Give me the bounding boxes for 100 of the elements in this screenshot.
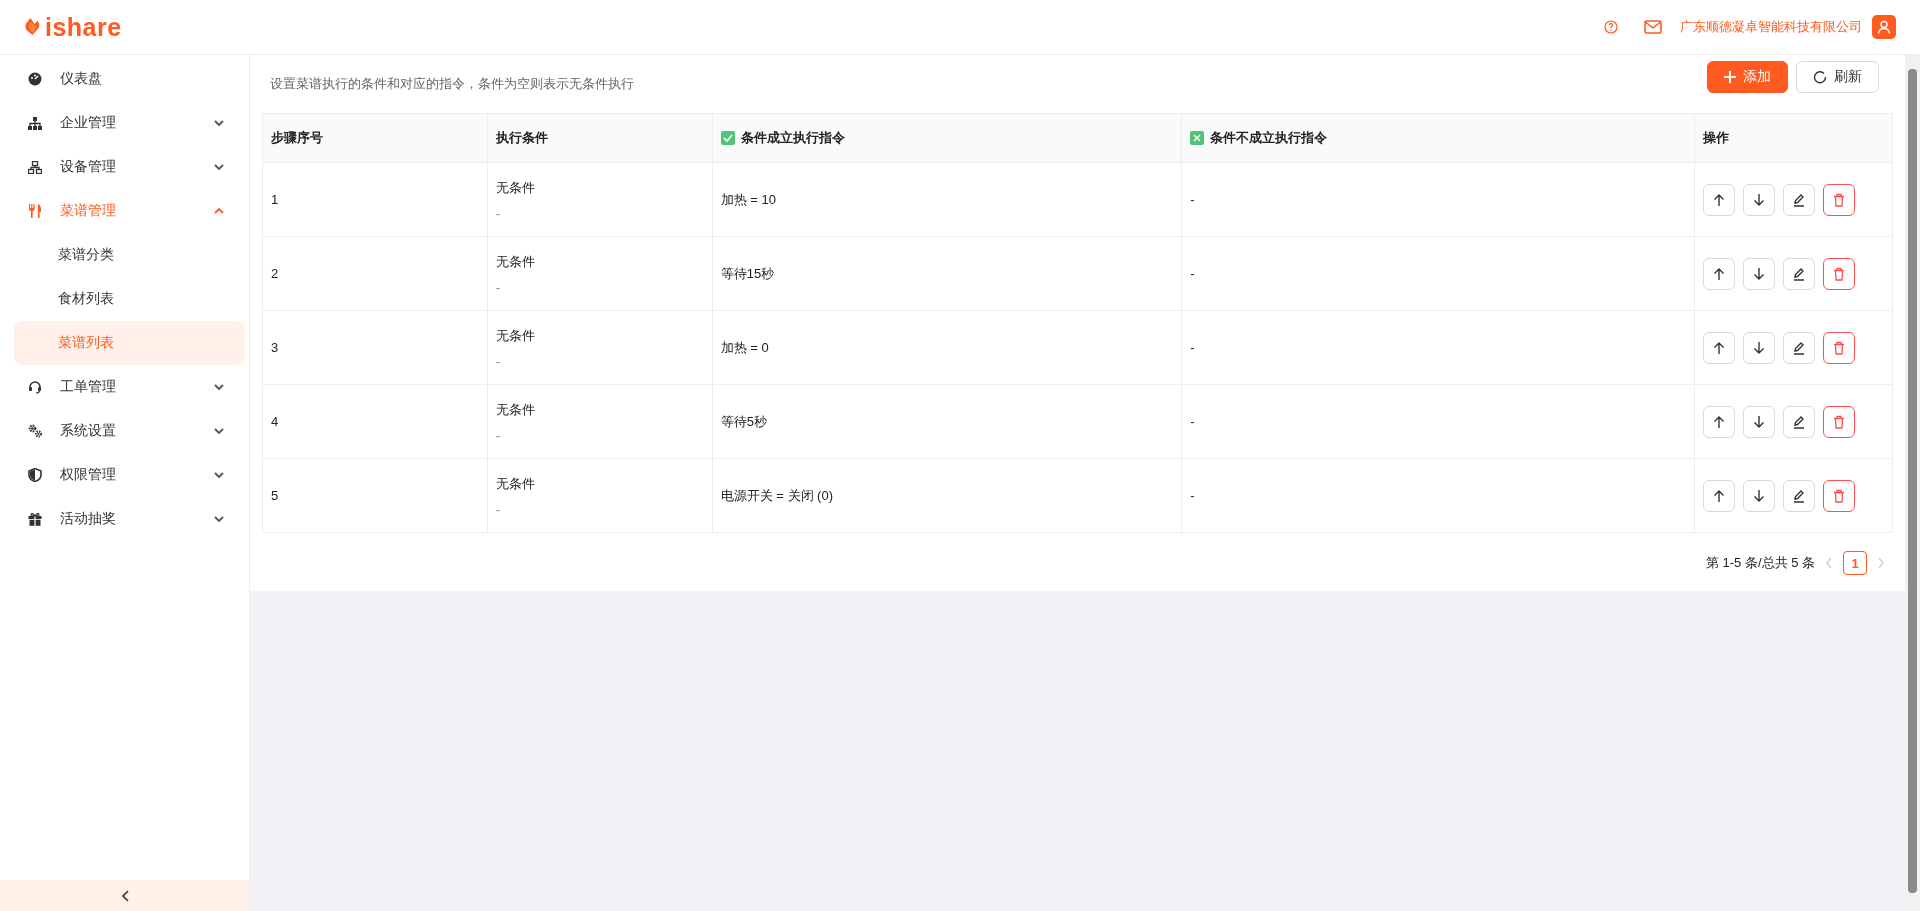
nav-item[interactable]: 仪表盘 bbox=[14, 57, 245, 101]
move-up-button[interactable] bbox=[1703, 183, 1735, 216]
arrow-up-icon bbox=[1712, 266, 1726, 281]
arrow-up-icon bbox=[1712, 192, 1726, 207]
arrow-up-icon bbox=[1712, 488, 1726, 503]
pagination-summary: 第 1-5 条/总共 5 条 bbox=[1705, 554, 1815, 572]
pencil-icon bbox=[1792, 192, 1806, 207]
column-header: 操作 bbox=[1694, 113, 1893, 163]
condition-text: 无条件 bbox=[495, 400, 536, 419]
refresh-icon bbox=[1813, 70, 1827, 84]
nav-item[interactable]: 活动抽奖 bbox=[14, 497, 245, 541]
help-icon[interactable] bbox=[1604, 20, 1618, 34]
table-cell: 等待15秒 bbox=[712, 236, 1182, 311]
table-cell: 加热 = 10 bbox=[712, 162, 1182, 237]
table-cell: 电源开关 = 关闭 (0) bbox=[712, 458, 1182, 533]
edit-button[interactable] bbox=[1783, 183, 1815, 216]
move-up-button[interactable] bbox=[1703, 257, 1735, 290]
table-cell: 2 bbox=[262, 236, 488, 311]
refresh-button[interactable]: 刷新 bbox=[1796, 61, 1879, 93]
arrow-up-icon bbox=[1712, 340, 1726, 355]
check-icon bbox=[720, 131, 735, 145]
fork-knife-icon bbox=[28, 204, 42, 218]
move-down-button[interactable] bbox=[1743, 257, 1775, 290]
delete-button[interactable] bbox=[1823, 405, 1855, 438]
delete-button[interactable] bbox=[1823, 183, 1855, 216]
nav-item[interactable]: 设备管理 bbox=[14, 145, 245, 189]
trash-icon bbox=[1832, 266, 1846, 281]
cross-icon bbox=[1190, 131, 1205, 145]
dashboard-icon bbox=[28, 72, 42, 86]
table-cell: - bbox=[1181, 458, 1695, 533]
move-down-button[interactable] bbox=[1743, 331, 1775, 364]
pencil-icon bbox=[1792, 266, 1806, 281]
move-down-button[interactable] bbox=[1743, 183, 1775, 216]
headset-icon bbox=[28, 380, 42, 394]
condition-text: 无条件 bbox=[495, 178, 536, 197]
nav-item[interactable]: 工单管理 bbox=[14, 365, 245, 409]
table-cell: 加热 = 0 bbox=[712, 310, 1182, 385]
avatar[interactable] bbox=[1872, 15, 1896, 39]
description-text: 设置菜谱执行的条件和对应的指令，条件为空则表示无条件执行 bbox=[270, 75, 634, 93]
nav-item[interactable]: 权限管理 bbox=[14, 453, 245, 497]
delete-button[interactable] bbox=[1823, 331, 1855, 364]
column-header: 执行条件 bbox=[487, 113, 713, 163]
move-down-button[interactable] bbox=[1743, 405, 1775, 438]
pencil-icon bbox=[1792, 414, 1806, 429]
chevron-left-icon bbox=[119, 889, 130, 902]
column-header: 条件不成立执行指令 bbox=[1181, 113, 1695, 163]
arrow-down-icon bbox=[1752, 488, 1766, 503]
column-header: 条件成立执行指令 bbox=[712, 113, 1182, 163]
trash-icon bbox=[1832, 192, 1846, 207]
trash-icon bbox=[1832, 340, 1846, 355]
scrollbar-thumb[interactable] bbox=[1908, 69, 1917, 893]
gift-icon bbox=[28, 512, 42, 526]
arrow-down-icon bbox=[1752, 192, 1766, 207]
pencil-icon bbox=[1792, 488, 1806, 503]
condition-detail: - bbox=[495, 279, 502, 295]
nav-item[interactable]: 系统设置 bbox=[14, 409, 245, 453]
table-cell: 1 bbox=[262, 162, 488, 237]
move-up-button[interactable] bbox=[1703, 405, 1735, 438]
gears-icon bbox=[28, 424, 42, 438]
edit-button[interactable] bbox=[1783, 257, 1815, 290]
condition-text: 无条件 bbox=[495, 474, 536, 493]
condition-detail: - bbox=[495, 353, 502, 369]
plus-icon bbox=[1724, 71, 1736, 83]
nav-item[interactable]: 企业管理 bbox=[14, 101, 245, 145]
pencil-icon bbox=[1792, 340, 1806, 355]
table-cell: 等待5秒 bbox=[712, 384, 1182, 459]
table-cell: 3 bbox=[262, 310, 488, 385]
trash-icon bbox=[1832, 488, 1846, 503]
arrow-down-icon bbox=[1752, 340, 1766, 355]
move-up-button[interactable] bbox=[1703, 331, 1735, 364]
condition-text: 无条件 bbox=[495, 252, 536, 271]
table-cell: - bbox=[1181, 384, 1695, 459]
edit-button[interactable] bbox=[1783, 331, 1815, 364]
condition-text: 无条件 bbox=[495, 326, 536, 345]
shield-icon bbox=[28, 468, 42, 482]
move-up-button[interactable] bbox=[1703, 479, 1735, 512]
hierarchy-icon bbox=[28, 116, 42, 130]
move-down-button[interactable] bbox=[1743, 479, 1775, 512]
arrow-down-icon bbox=[1752, 266, 1766, 281]
edit-button[interactable] bbox=[1783, 479, 1815, 512]
condition-detail: - bbox=[495, 427, 502, 443]
condition-detail: - bbox=[495, 501, 502, 517]
edit-button[interactable] bbox=[1783, 405, 1815, 438]
column-header: 步骤序号 bbox=[262, 113, 488, 163]
table-cell: 4 bbox=[262, 384, 488, 459]
delete-button[interactable] bbox=[1823, 257, 1855, 290]
table-cell: - bbox=[1181, 236, 1695, 311]
condition-detail: - bbox=[495, 205, 502, 221]
nav-subitem[interactable]: 菜谱分类 bbox=[14, 233, 245, 277]
logo-text: ishare bbox=[45, 12, 122, 42]
delete-button[interactable] bbox=[1823, 479, 1855, 512]
table-cell: - bbox=[1181, 162, 1695, 237]
trash-icon bbox=[1832, 414, 1846, 429]
mail-icon[interactable] bbox=[1644, 20, 1662, 34]
arrow-up-icon bbox=[1712, 414, 1726, 429]
nav-subitem[interactable]: 食材列表 bbox=[14, 277, 245, 321]
network-icon bbox=[28, 160, 42, 174]
flame-icon bbox=[24, 18, 41, 36]
arrow-down-icon bbox=[1752, 414, 1766, 429]
table-cell: 5 bbox=[262, 458, 488, 533]
